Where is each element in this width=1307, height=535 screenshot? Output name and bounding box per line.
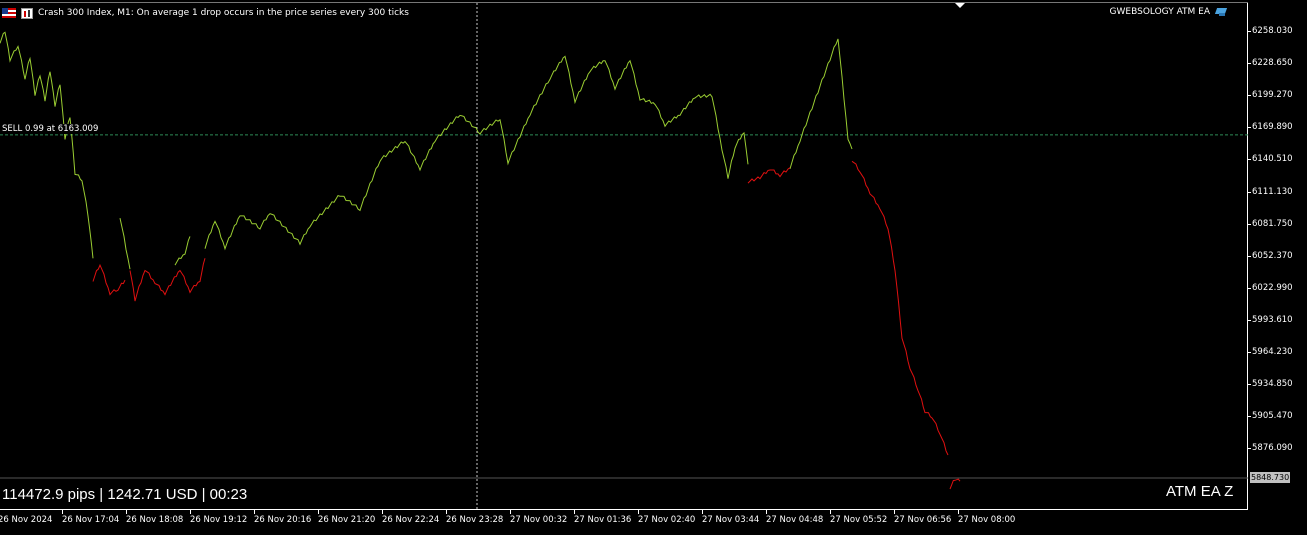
time-tick-label: 26 Nov 19:12 — [190, 515, 248, 525]
time-tick-label: 27 Nov 02:40 — [638, 515, 696, 525]
sell-order-label[interactable]: SELL 0.99 at 6163.009 — [2, 124, 99, 134]
price-line-down — [851, 160, 949, 456]
price-line-up — [0, 31, 94, 259]
time-tick-label: 26 Nov 21:20 — [318, 515, 376, 525]
time-tick-mark — [318, 510, 319, 514]
price-tick-mark — [1247, 63, 1251, 65]
price-tick-mark — [1247, 448, 1251, 450]
time-tick-mark — [830, 510, 831, 514]
price-chart[interactable] — [0, 3, 1248, 510]
price-line-down — [747, 167, 791, 184]
time-tick-mark — [446, 510, 447, 514]
time-tick-label: 26 Nov 23:28 — [446, 515, 504, 525]
price-tick-label: 6199.270 — [1252, 90, 1293, 101]
price-tick-mark — [1247, 95, 1251, 97]
time-tick-mark — [574, 510, 575, 514]
time-tick-mark — [382, 510, 383, 514]
time-tick-mark — [702, 510, 703, 514]
time-tick-mark — [510, 510, 511, 514]
price-tick-mark — [1247, 287, 1251, 289]
price-tick-mark — [1247, 223, 1251, 225]
price-tick-label: 6169.890 — [1252, 122, 1293, 133]
price-tick-label: 5934.850 — [1252, 379, 1293, 390]
time-tick-label: 27 Nov 01:36 — [574, 515, 632, 525]
time-tick-mark — [190, 510, 191, 514]
time-tick-label: 27 Nov 08:00 — [958, 515, 1016, 525]
time-tick-label: 27 Nov 06:56 — [894, 515, 952, 525]
time-tick-mark — [126, 510, 127, 514]
price-tick-mark — [1247, 31, 1251, 32]
price-tick-label: 5964.230 — [1252, 347, 1293, 357]
price-line-up — [174, 236, 191, 266]
time-tick-mark — [638, 510, 639, 514]
account-stats: 114472.9 pips | 1242.71 USD | 00:23 — [2, 486, 248, 503]
chart-shift-marker-icon[interactable] — [955, 3, 965, 8]
time-tick-label: 26 Nov 20:16 — [254, 515, 312, 525]
time-tick-label: 26 Nov 18:08 — [126, 515, 184, 525]
time-tick-mark — [894, 510, 895, 514]
price-tick-label: 5905.470 — [1252, 411, 1293, 422]
chart-area[interactable] — [0, 3, 1248, 510]
time-tick-label: 27 Nov 05:52 — [830, 515, 888, 525]
time-tick-label: 26 Nov 2024 — [0, 515, 53, 525]
time-tick-label: 27 Nov 04:48 — [766, 515, 824, 525]
price-tick-label: 6111.130 — [1252, 186, 1293, 197]
ea-name: GWEBSOLOGY ATM EA — [1109, 7, 1210, 17]
price-tick-label: 6228.650 — [1252, 58, 1293, 69]
price-tick-label: 6140.510 — [1252, 154, 1293, 165]
chart-type-icon[interactable] — [21, 7, 33, 19]
time-tick-mark — [254, 510, 255, 514]
price-tick-mark — [1247, 127, 1251, 129]
price-tick-label: 6258.030 — [1252, 26, 1293, 36]
time-tick-mark — [766, 510, 767, 514]
price-line-down — [129, 258, 206, 302]
time-tick-label: 26 Nov 22:24 — [382, 515, 440, 525]
price-tick-label: 5993.610 — [1252, 314, 1293, 325]
time-tick-label: 27 Nov 00:32 — [510, 515, 568, 525]
graduation-cap-icon — [1215, 7, 1229, 17]
ea-watermark: ATM EA Z — [1166, 483, 1234, 500]
price-tick-mark — [1247, 384, 1251, 386]
price-tick-label: 6022.990 — [1252, 282, 1293, 293]
price-line-up — [789, 38, 853, 170]
price-line-down — [92, 263, 126, 296]
time-tick-label: 26 Nov 17:04 — [62, 515, 120, 525]
price-tick-mark — [1247, 191, 1251, 193]
price-tick-mark — [1247, 255, 1251, 257]
us-flag-icon — [2, 8, 16, 18]
price-line-up — [119, 217, 131, 270]
price-tick-label: 5876.090 — [1252, 443, 1293, 454]
chart-header: Crash 300 Index, M1: On average 1 drop o… — [2, 6, 409, 20]
price-tick-mark — [1247, 319, 1251, 321]
time-tick-mark — [62, 510, 63, 514]
symbol-description: Crash 300 Index, M1: On average 1 drop o… — [38, 8, 409, 18]
price-tick-label: 6081.750 — [1252, 218, 1293, 229]
price-tick-mark — [1247, 416, 1251, 418]
expert-advisor-label[interactable]: GWEBSOLOGY ATM EA — [1110, 7, 1229, 17]
time-tick-label: 27 Nov 03:44 — [702, 515, 760, 525]
price-tick-mark — [1247, 352, 1251, 353]
time-tick-mark — [958, 510, 959, 514]
price-tick-label: 6052.370 — [1252, 250, 1293, 261]
price-tick-mark — [1247, 159, 1251, 161]
price-line-down — [949, 478, 961, 490]
current-price-label: 5848.730 — [1250, 472, 1291, 483]
